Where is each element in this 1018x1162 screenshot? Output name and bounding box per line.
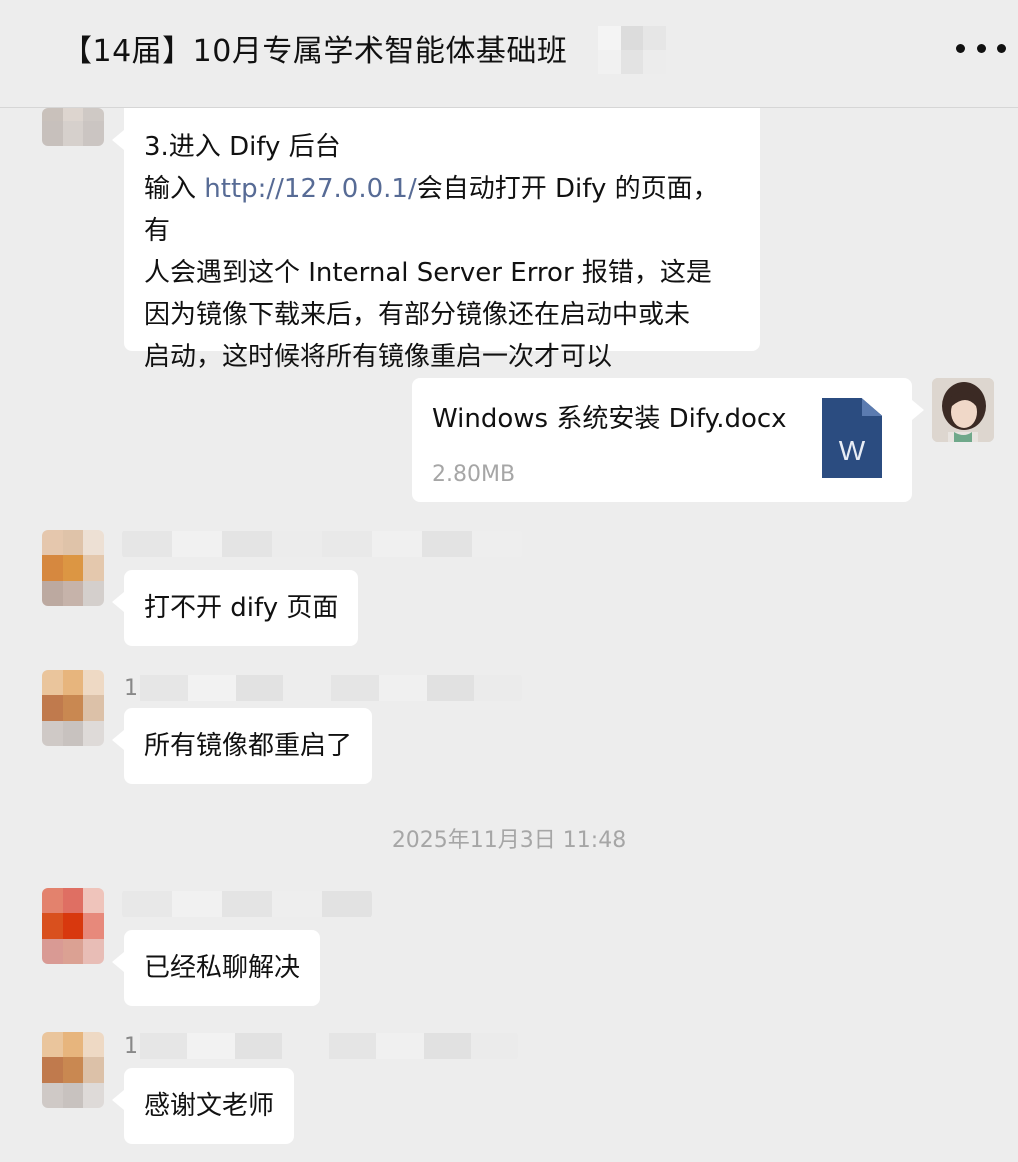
message-text: 感谢文老师	[144, 1091, 275, 1121]
avatar-blurred[interactable]	[42, 108, 104, 146]
more-options-icon[interactable]	[956, 38, 1006, 58]
file-message-card[interactable]: Windows 系统安装 Dify.docx 2.80MB W	[412, 378, 924, 502]
sender-name-blurred: 1	[122, 1032, 518, 1060]
localhost-link[interactable]: http://127.0.0.1/	[204, 174, 416, 204]
message-line: 3.进入 Dify 后台	[144, 132, 341, 162]
timestamp: 2025年11月3日 11:48	[391, 828, 627, 853]
word-doc-icon: W	[822, 398, 882, 478]
avatar-photo-icon	[932, 378, 994, 442]
message-line: 人会遇到这个 Internal Server Error 报错，这是	[144, 258, 712, 288]
message-bubble[interactable]: 所有镜像都重启了	[111, 708, 373, 784]
sender-name-blurred	[122, 530, 522, 558]
sender-name-blurred	[122, 890, 372, 918]
message-text: 所有镜像都重启了	[144, 731, 353, 761]
avatar-blurred[interactable]	[42, 530, 104, 606]
sender-name-blurred: 1	[122, 674, 522, 702]
message-bubble[interactable]: 已经私聊解决	[111, 930, 321, 1006]
blurred-member-count	[598, 26, 666, 74]
message-line: 输入 http://127.0.0.1/会自动打开 Dify 的页面，有	[144, 174, 719, 246]
avatar-blurred[interactable]	[42, 670, 104, 746]
avatar-blurred[interactable]	[42, 1032, 104, 1108]
avatar-self[interactable]	[932, 378, 994, 442]
message-text: 已经私聊解决	[144, 953, 301, 983]
message-text: 打不开 dify 页面	[144, 593, 339, 623]
message-line: 因为镜像下载来后，有部分镜像还在启动中或未	[144, 300, 691, 330]
message-bubble[interactable]: 打不开 dify 页面	[111, 570, 359, 646]
message-bubble[interactable]: 感谢文老师	[111, 1068, 295, 1144]
chat-header: 【14届】10月专属学术智能体基础班	[0, 0, 1018, 108]
avatar-blurred[interactable]	[42, 888, 104, 964]
message-line: 启动，这时候将所有镜像重启一次才可以	[144, 342, 613, 372]
chat-title: 【14届】10月专属学术智能体基础班	[62, 34, 568, 69]
message-bubble[interactable]: 3.进入 Dify 后台 输入 http://127.0.0.1/会自动打开 D…	[112, 108, 760, 372]
